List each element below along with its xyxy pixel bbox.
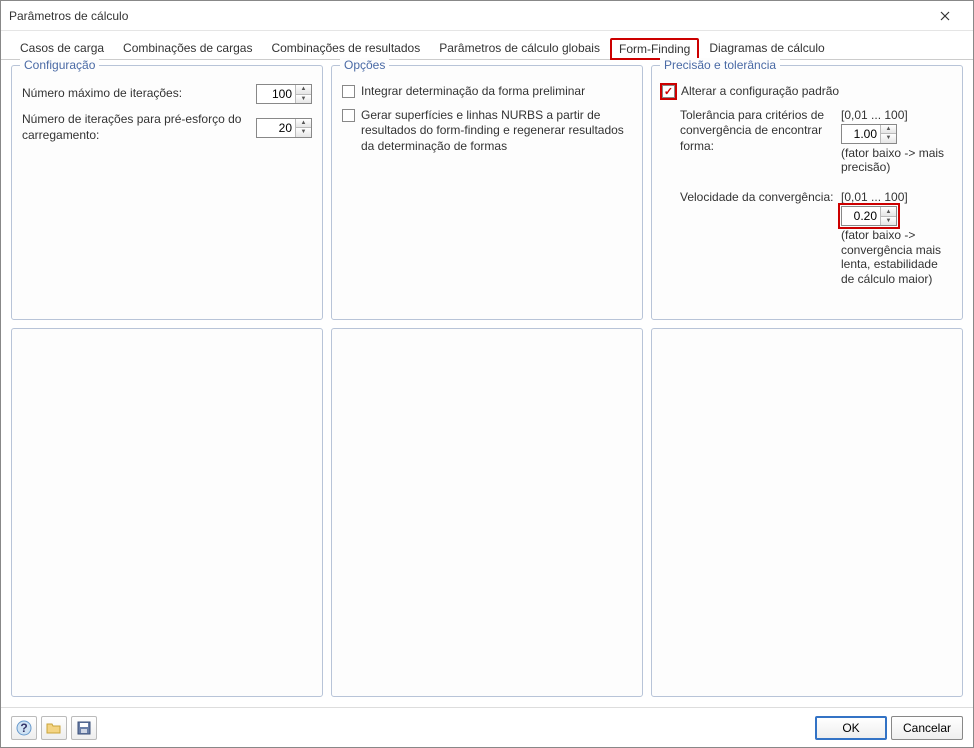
ok-button[interactable]: OK [815,716,887,740]
input-max-iter[interactable] [257,85,295,103]
input-preload-iter[interactable] [257,119,295,137]
group-title-opcoes: Opções [340,58,389,72]
dialog-window: Parâmetros de cálculo Casos de carga Com… [0,0,974,748]
spinner-up-icon[interactable]: ▲ [296,119,311,129]
content-area: Configuração Número máximo de iterações:… [1,60,973,707]
group-title-configuracao: Configuração [20,58,99,72]
label-alterar-padrao: Alterar a configuração padrão [681,84,952,100]
input-velocidade[interactable] [842,207,880,225]
range-tolerancia: [0,01 ... 100] [841,108,952,122]
range-velocidade: [0,01 ... 100] [841,190,952,204]
spinner-up-icon[interactable]: ▲ [296,85,311,95]
tab-diagramas[interactable]: Diagramas de cálculo [700,37,833,59]
titlebar: Parâmetros de cálculo [1,1,973,31]
empty-panel-3 [651,328,963,697]
spinner-down-icon[interactable]: ▼ [881,217,896,226]
empty-panel-2 [331,328,643,697]
spinner-down-icon[interactable]: ▼ [881,134,896,143]
footer: ? OK Cancelar [1,707,973,747]
spinner-tolerancia[interactable]: ▲ ▼ [841,124,897,144]
tab-casos[interactable]: Casos de carga [11,37,113,59]
label-max-iter: Número máximo de iterações: [22,86,256,102]
spinner-max-iter[interactable]: ▲ ▼ [256,84,312,104]
checkbox-nurbs[interactable] [342,109,355,122]
label-velocidade: Velocidade da convergência: [680,190,835,286]
tab-combinacoes-resultados[interactable]: Combinações de resultados [262,37,429,59]
hint-tolerancia: (fator baixo -> mais precisão) [841,146,952,175]
empty-panel-1 [11,328,323,697]
input-tolerancia[interactable] [842,125,880,143]
cancel-button[interactable]: Cancelar [891,716,963,740]
spinner-down-icon[interactable]: ▼ [296,128,311,137]
label-tolerancia: Tolerância para critérios de convergênci… [680,108,835,175]
group-opcoes: Opções Integrar determinação da forma pr… [331,65,643,320]
spinner-preload-iter[interactable]: ▲ ▼ [256,118,312,138]
tab-bar: Casos de carga Combinações de cargas Com… [1,31,973,60]
group-configuracao: Configuração Número máximo de iterações:… [11,65,323,320]
window-title: Parâmetros de cálculo [9,9,925,23]
spinner-up-icon[interactable]: ▲ [881,207,896,217]
spinner-velocidade[interactable]: ▲ ▼ [841,206,897,226]
hint-velocidade: (fator baixo -> convergência mais lenta,… [841,228,952,286]
close-button[interactable] [925,2,965,30]
group-title-precisao: Precisão e tolerância [660,58,780,72]
checkbox-alterar-padrao[interactable] [662,85,675,98]
help-button[interactable]: ? [11,716,37,740]
group-precisao: Precisão e tolerância Alterar a configur… [651,65,963,320]
label-nurbs: Gerar superfícies e linhas NURBS a parti… [361,108,632,155]
save-button[interactable] [71,716,97,740]
tab-form-finding[interactable]: Form-Finding [610,38,699,60]
checkbox-integrar[interactable] [342,85,355,98]
spinner-down-icon[interactable]: ▼ [296,95,311,104]
folder-open-button[interactable] [41,716,67,740]
label-preload-iter: Número de iterações para pré-esforço do … [22,112,256,143]
svg-text:?: ? [20,721,27,735]
spinner-up-icon[interactable]: ▲ [881,125,896,135]
tab-parametros-globais[interactable]: Parâmetros de cálculo globais [430,37,609,59]
tab-combinacoes-cargas[interactable]: Combinações de cargas [114,37,261,59]
label-integrar: Integrar determinação da forma prelimina… [361,84,632,100]
